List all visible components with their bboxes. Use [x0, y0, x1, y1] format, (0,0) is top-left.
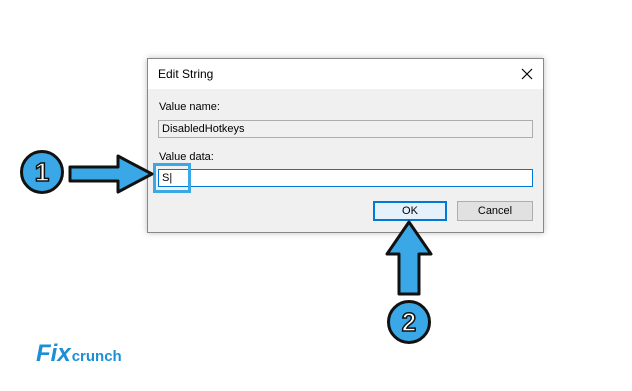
fixcrunch-logo: Fix crunch — [36, 340, 122, 368]
close-button[interactable] — [511, 59, 543, 89]
logo-fix-text: Fix — [36, 340, 71, 367]
logo-crunch-text: crunch — [71, 348, 122, 365]
right-arrow-icon — [68, 154, 154, 194]
value-name-label: Value name: — [159, 101, 220, 113]
step-1-badge: 1 — [20, 150, 64, 194]
close-icon — [521, 68, 533, 80]
edit-string-dialog: Edit String Value name: DisabledHotkeys … — [147, 58, 544, 233]
input-highlight-box — [153, 163, 191, 193]
value-name-field: DisabledHotkeys — [158, 120, 533, 138]
up-arrow-icon — [385, 220, 433, 296]
value-data-label: Value data: — [159, 151, 214, 163]
cancel-button[interactable]: Cancel — [457, 201, 533, 221]
step-2-badge: 2 — [387, 300, 431, 344]
value-data-input[interactable]: S| — [158, 169, 533, 187]
dialog-title: Edit String — [158, 67, 214, 81]
title-bar: Edit String — [148, 59, 543, 89]
